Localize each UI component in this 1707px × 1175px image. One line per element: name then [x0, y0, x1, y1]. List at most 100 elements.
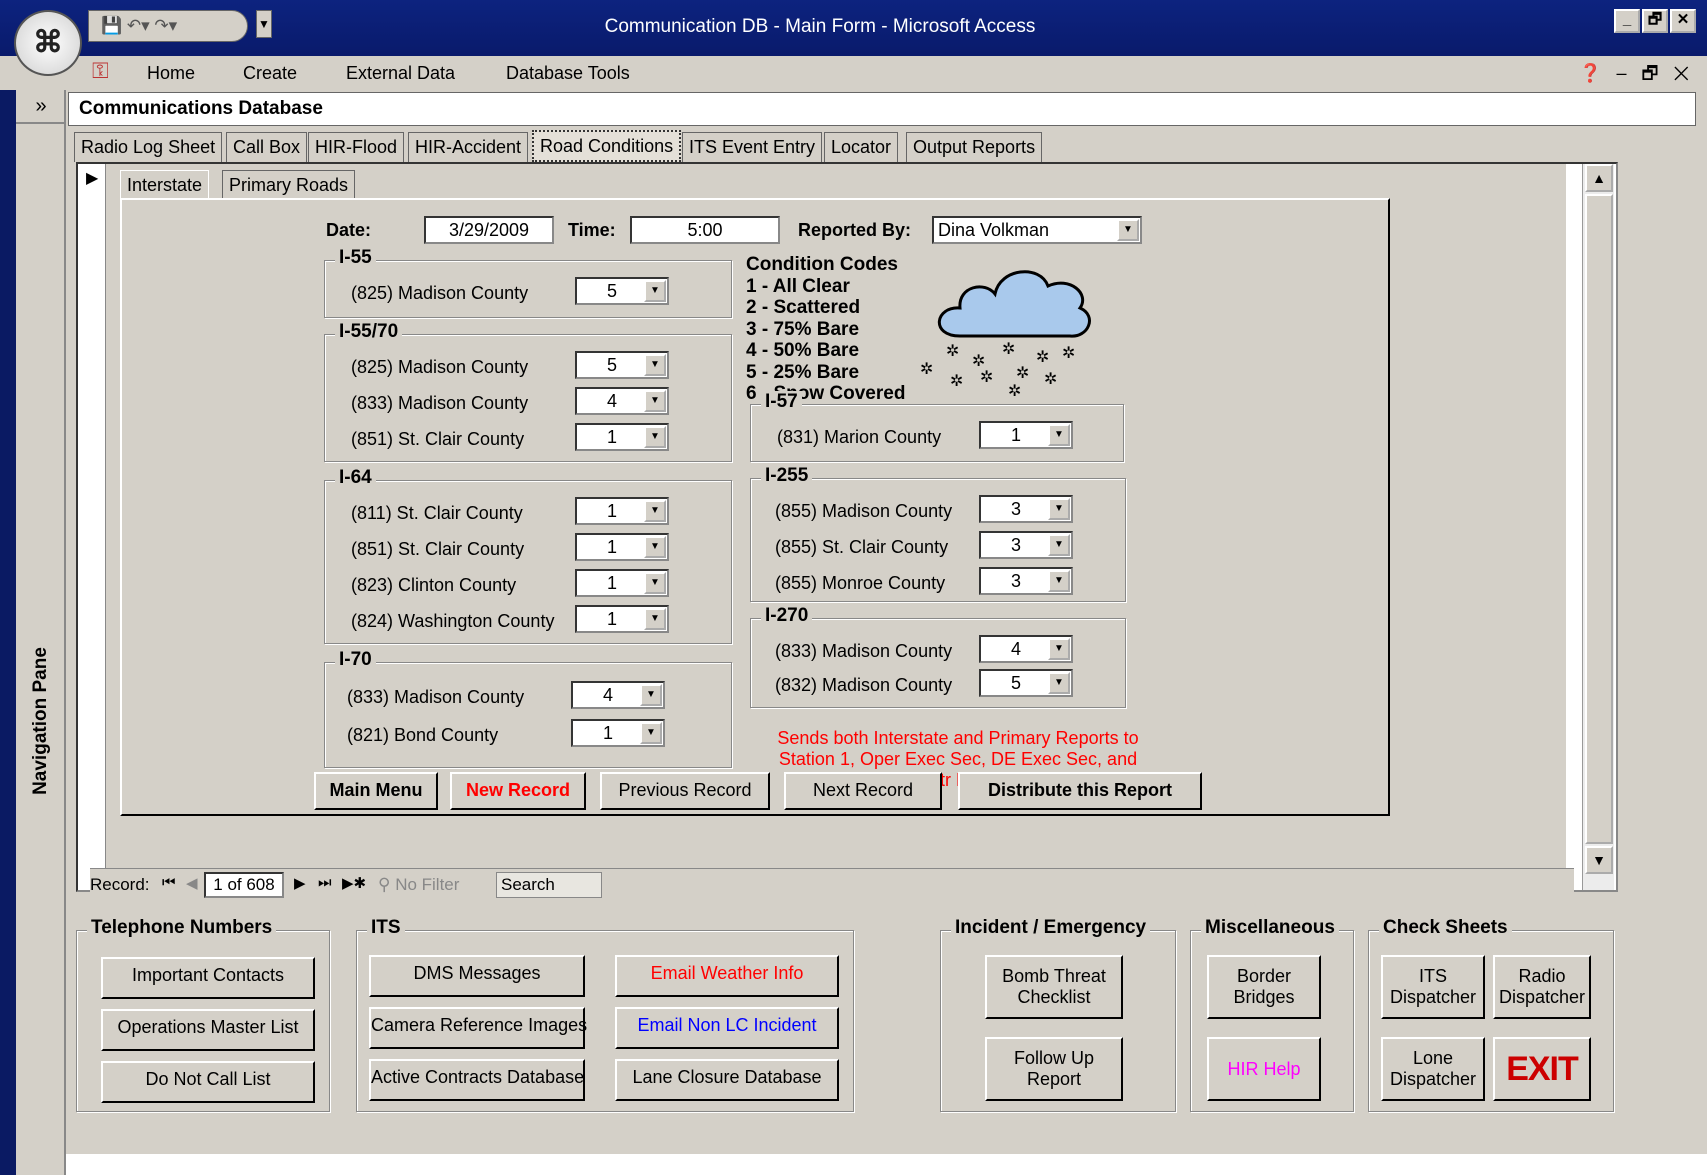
- condition-combo[interactable]: 5 ▼: [575, 277, 669, 305]
- lone-dispatcher-button[interactable]: Lone Dispatcher: [1381, 1037, 1485, 1101]
- ribbon-tab-external-data[interactable]: External Data: [346, 60, 455, 86]
- nav-pane-label[interactable]: Navigation Pane: [30, 616, 52, 826]
- first-record-icon[interactable]: ⏮: [162, 874, 176, 891]
- tab-hir-flood[interactable]: HIR-Flood: [308, 132, 405, 162]
- condition-combo[interactable]: 1 ▼: [575, 423, 669, 451]
- hir-help-button[interactable]: HIR Help: [1207, 1037, 1321, 1101]
- ribbon-tab-database-tools[interactable]: Database Tools: [506, 60, 630, 86]
- condition-combo[interactable]: 5 ▼: [979, 669, 1073, 697]
- condition-combo[interactable]: 1 ▼: [571, 719, 665, 747]
- prev-record-icon[interactable]: ◀: [186, 874, 198, 892]
- its-dispatcher-button[interactable]: ITS Dispatcher: [1381, 955, 1485, 1019]
- office-button[interactable]: ⌘: [14, 10, 82, 76]
- restore-button[interactable]: 🗗: [1642, 9, 1668, 33]
- tab-radio-log-sheet[interactable]: Radio Log Sheet: [74, 132, 223, 162]
- save-icon[interactable]: 💾: [101, 16, 122, 35]
- doc-restore-icon[interactable]: 🗗: [1642, 63, 1659, 83]
- dropdown-arrow-icon[interactable]: ▼: [644, 572, 666, 594]
- tab-output-reports[interactable]: Output Reports: [906, 132, 1043, 162]
- date-field[interactable]: 3/29/2009: [424, 216, 554, 244]
- email-weather-info-button[interactable]: Email Weather Info: [615, 955, 839, 997]
- dropdown-arrow-icon[interactable]: ▼: [1048, 672, 1070, 694]
- navigation-pane[interactable]: » Navigation Pane: [16, 90, 66, 1175]
- active-contracts-database-button[interactable]: Active Contracts Database: [369, 1059, 585, 1101]
- tab-road-conditions[interactable]: Road Conditions: [532, 130, 682, 162]
- condition-combo[interactable]: 4 ▼: [575, 387, 669, 415]
- doc-close-icon[interactable]: ✕: [1673, 63, 1689, 83]
- dropdown-arrow-icon[interactable]: ▼: [640, 722, 662, 744]
- tab-its-event-entry[interactable]: ITS Event Entry: [682, 132, 823, 162]
- ribbon-tab-home[interactable]: Home: [147, 60, 195, 86]
- condition-combo[interactable]: 1 ▼: [575, 533, 669, 561]
- email-non-lc-incident-button[interactable]: Email Non LC Incident: [615, 1007, 839, 1049]
- tab-hir-accident[interactable]: HIR-Accident: [408, 132, 529, 162]
- main-menu-button[interactable]: Main Menu: [314, 772, 438, 810]
- customize-qat-icon[interactable]: ▼: [256, 10, 272, 38]
- redo-icon[interactable]: ↷▾: [154, 16, 177, 35]
- do-not-call-list-button[interactable]: Do Not Call List: [101, 1061, 315, 1103]
- scroll-up-icon[interactable]: ▲: [1585, 164, 1613, 192]
- reported-by-combo[interactable]: Dina Volkman ▼: [932, 216, 1142, 244]
- dropdown-arrow-icon[interactable]: ▼: [640, 684, 662, 706]
- exit-button[interactable]: EXIT: [1493, 1037, 1591, 1101]
- dropdown-arrow-icon[interactable]: ▼: [1117, 219, 1139, 241]
- dropdown-arrow-icon[interactable]: ▼: [644, 354, 666, 376]
- dropdown-arrow-icon[interactable]: ▼: [644, 500, 666, 522]
- minimize-button[interactable]: _: [1614, 9, 1640, 33]
- time-field[interactable]: 5:00: [630, 216, 780, 244]
- important-contacts-button[interactable]: Important Contacts: [101, 957, 315, 999]
- border-bridges-button[interactable]: Border Bridges: [1207, 955, 1321, 1019]
- record-position-field[interactable]: 1 of 608: [204, 872, 284, 898]
- condition-combo[interactable]: 4 ▼: [571, 681, 665, 709]
- subtab-interstate[interactable]: Interstate: [120, 170, 210, 200]
- ribbon-tab-create[interactable]: Create: [243, 60, 297, 86]
- dms-messages-button[interactable]: DMS Messages: [369, 955, 585, 997]
- dropdown-arrow-icon[interactable]: ▼: [644, 426, 666, 448]
- condition-combo[interactable]: 3 ▼: [979, 567, 1073, 595]
- condition-combo[interactable]: 3 ▼: [979, 531, 1073, 559]
- vertical-scrollbar[interactable]: ▲ ▼: [1582, 164, 1614, 890]
- operations-master-list-button[interactable]: Operations Master List: [101, 1009, 315, 1051]
- dropdown-arrow-icon[interactable]: ▼: [644, 390, 666, 412]
- dropdown-arrow-icon[interactable]: ▼: [1048, 498, 1070, 520]
- subtab-primary-roads[interactable]: Primary Roads: [222, 170, 356, 200]
- next-record-icon[interactable]: ▶: [294, 874, 306, 892]
- condition-combo[interactable]: 1 ▼: [575, 569, 669, 597]
- condition-combo[interactable]: 5 ▼: [575, 351, 669, 379]
- dropdown-arrow-icon[interactable]: ▼: [1048, 638, 1070, 660]
- dropdown-arrow-icon[interactable]: ▼: [644, 536, 666, 558]
- quick-access-toolbar[interactable]: 💾 ↶▾ ↷▾: [88, 10, 248, 42]
- new-record-icon[interactable]: ▶✱: [342, 874, 366, 892]
- tab-call-box[interactable]: Call Box: [226, 132, 308, 162]
- dropdown-arrow-icon[interactable]: ▼: [644, 280, 666, 302]
- record-selector[interactable]: ▶: [78, 164, 106, 890]
- distribute-report-button[interactable]: Distribute this Report: [958, 772, 1202, 810]
- dropdown-arrow-icon[interactable]: ▼: [1048, 534, 1070, 556]
- camera-reference-images-button[interactable]: Camera Reference Images: [369, 1007, 587, 1049]
- condition-combo[interactable]: 1 ▼: [575, 605, 669, 633]
- scroll-thumb[interactable]: [1585, 194, 1613, 844]
- radio-dispatcher-button[interactable]: Radio Dispatcher: [1493, 955, 1591, 1019]
- expand-nav-icon[interactable]: »: [16, 90, 66, 124]
- lane-closure-database-button[interactable]: Lane Closure Database: [615, 1059, 839, 1101]
- bomb-threat-checklist-button[interactable]: Bomb Threat Checklist: [985, 955, 1123, 1019]
- search-input[interactable]: Search: [496, 872, 602, 898]
- close-button[interactable]: ✕: [1670, 9, 1696, 33]
- new-record-button[interactable]: New Record: [450, 772, 586, 810]
- condition-combo[interactable]: 1 ▼: [575, 497, 669, 525]
- condition-combo[interactable]: 4 ▼: [979, 635, 1073, 663]
- undo-icon[interactable]: ↶▾: [127, 16, 150, 35]
- last-record-icon[interactable]: ⏭: [318, 874, 332, 891]
- follow-up-report-button[interactable]: Follow Up Report: [985, 1037, 1123, 1101]
- condition-combo[interactable]: 3 ▼: [979, 495, 1073, 523]
- next-record-button[interactable]: Next Record: [784, 772, 942, 810]
- help-icon[interactable]: ❓: [1579, 63, 1601, 83]
- condition-combo[interactable]: 1 ▼: [979, 421, 1073, 449]
- no-filter-button[interactable]: ⚲ No Filter: [378, 875, 459, 895]
- tab-locator[interactable]: Locator: [824, 132, 899, 162]
- dropdown-arrow-icon[interactable]: ▼: [644, 608, 666, 630]
- doc-minimize-icon[interactable]: –: [1616, 63, 1626, 83]
- scroll-down-icon[interactable]: ▼: [1585, 846, 1613, 874]
- previous-record-button[interactable]: Previous Record: [600, 772, 770, 810]
- dropdown-arrow-icon[interactable]: ▼: [1048, 570, 1070, 592]
